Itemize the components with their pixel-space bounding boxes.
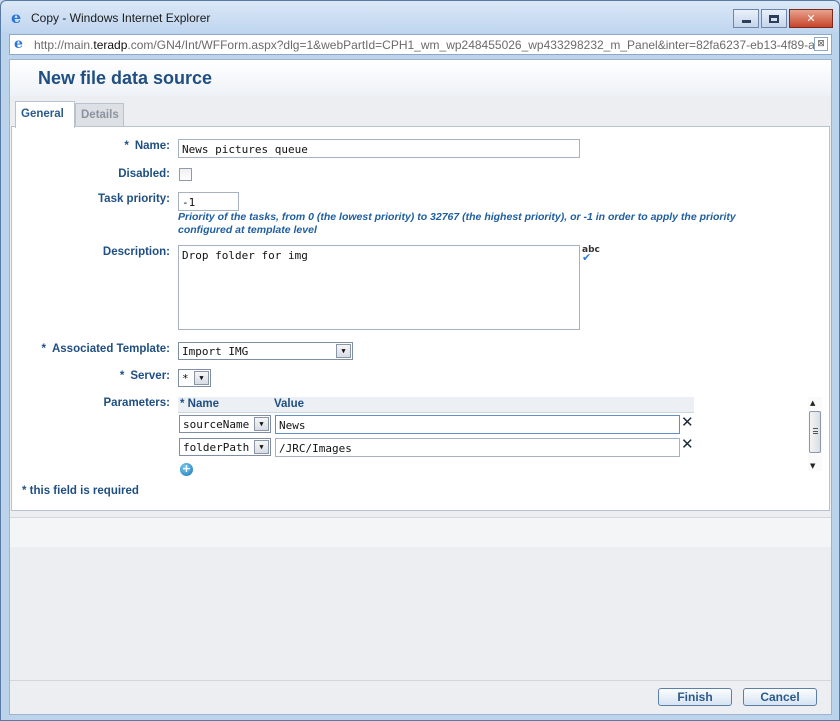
param-value-header: Value: [274, 398, 305, 410]
tab-details[interactable]: Details: [75, 103, 124, 127]
server-label: * Server:: [72, 370, 170, 382]
task-priority-hint-line1: Priority of the tasks, from 0 (the lowes…: [178, 211, 736, 223]
associated-template-value: Import IMG: [182, 345, 249, 358]
parameters-label: Parameters:: [103, 397, 170, 409]
maximize-button[interactable]: [761, 9, 787, 28]
param-value-input[interactable]: News: [275, 415, 680, 434]
associated-template-select[interactable]: Import IMG ▼: [178, 342, 353, 360]
close-window-button[interactable]: ✕: [789, 9, 833, 28]
param-name-header: * Name: [180, 398, 219, 410]
header-band: New file data source: [10, 60, 831, 96]
minimize-icon: [741, 20, 751, 23]
required-marker: *: [119, 370, 125, 382]
required-marker: *: [41, 343, 46, 355]
cancel-button[interactable]: Cancel: [743, 688, 817, 706]
scroll-up-icon[interactable]: ▲: [810, 399, 815, 407]
grip-icon: [813, 428, 818, 434]
chevron-down-icon[interactable]: ▼: [194, 371, 209, 385]
name-input[interactable]: News pictures queue: [178, 139, 580, 158]
footer-divider: [10, 680, 831, 681]
chevron-down-icon[interactable]: ▼: [254, 440, 269, 454]
task-priority-input[interactable]: -1: [178, 192, 239, 211]
param-name-select[interactable]: folderPath ▼: [179, 438, 271, 456]
parameters-header: * Name Value: [178, 397, 694, 413]
check-icon: ✔: [582, 251, 592, 264]
server-label-text: Server:: [130, 370, 170, 382]
page-icon: e: [14, 36, 23, 52]
param-name-value: folderPath: [183, 441, 250, 454]
address-url[interactable]: http://main.teradp.com/GN4/Int/WFForm.as…: [34, 38, 814, 52]
param-name-select[interactable]: sourceName ▼: [179, 415, 271, 433]
task-priority-hint: Priority of the tasks, from 0 (the lowes…: [178, 211, 828, 237]
required-field-note: * this field is required: [22, 485, 139, 497]
associated-template-label: * Associated Template:: [22, 343, 171, 355]
ie-window: e Copy - Windows Internet Explorer ✕ e h…: [0, 0, 840, 721]
page-content: New file data source General Details * Na…: [9, 59, 832, 715]
url-prefix: http://main.: [34, 38, 94, 52]
parameters-scrollbar[interactable]: ▲ ▼: [808, 397, 822, 471]
spellcheck-icon[interactable]: abc ✔: [582, 246, 600, 264]
name-label: * Name:: [92, 140, 170, 152]
finish-button[interactable]: Finish: [658, 688, 732, 706]
disabled-checkbox[interactable]: [179, 168, 192, 181]
chevron-down-icon[interactable]: ▼: [336, 344, 351, 358]
add-parameter-icon[interactable]: +: [180, 463, 193, 476]
page-title: New file data source: [38, 68, 213, 88]
server-select[interactable]: * ▼: [178, 369, 211, 387]
description-textarea[interactable]: Drop folder for img: [178, 245, 580, 330]
address-bar[interactable]: e http://main.teradp.com/GN4/Int/WFForm.…: [9, 34, 832, 55]
url-host: teradp: [93, 38, 128, 52]
chevron-down-icon[interactable]: ▼: [254, 417, 269, 431]
delete-parameter-icon[interactable]: ✕: [681, 437, 694, 452]
close-icon: ✕: [806, 12, 816, 25]
window-controls: ✕: [733, 9, 833, 29]
scroll-down-icon[interactable]: ▼: [810, 462, 815, 470]
maximize-icon: [769, 14, 779, 23]
disabled-label: Disabled:: [118, 168, 170, 180]
lower-band: [10, 517, 831, 547]
param-name-value: sourceName: [183, 418, 250, 431]
scroll-thumb[interactable]: [809, 411, 821, 453]
tab-general[interactable]: General: [15, 101, 75, 128]
delete-parameter-icon[interactable]: ✕: [681, 415, 694, 430]
required-marker: *: [124, 140, 129, 152]
compatibility-view-icon[interactable]: ⊠: [814, 37, 828, 51]
task-priority-label: Task priority:: [98, 193, 170, 205]
url-rest: .com/GN4/Int/WFForm.aspx?dlg=1&webPartId…: [127, 38, 814, 52]
associated-template-label-text: Associated Template:: [51, 343, 170, 355]
internet-explorer-icon: e: [11, 8, 22, 27]
description-label: Description:: [102, 246, 170, 258]
window-title: Copy - Windows Internet Explorer: [31, 11, 211, 25]
name-label-text: Name:: [134, 140, 170, 152]
minimize-button[interactable]: [733, 9, 759, 28]
task-priority-hint-line2: configured at template level: [178, 224, 317, 236]
title-bar[interactable]: e Copy - Windows Internet Explorer ✕: [1, 1, 839, 33]
param-value-input[interactable]: /JRC/Images: [275, 438, 680, 457]
general-panel: * Name: News pictures queue Disabled: Tas…: [11, 126, 830, 511]
server-value: *: [182, 372, 189, 385]
